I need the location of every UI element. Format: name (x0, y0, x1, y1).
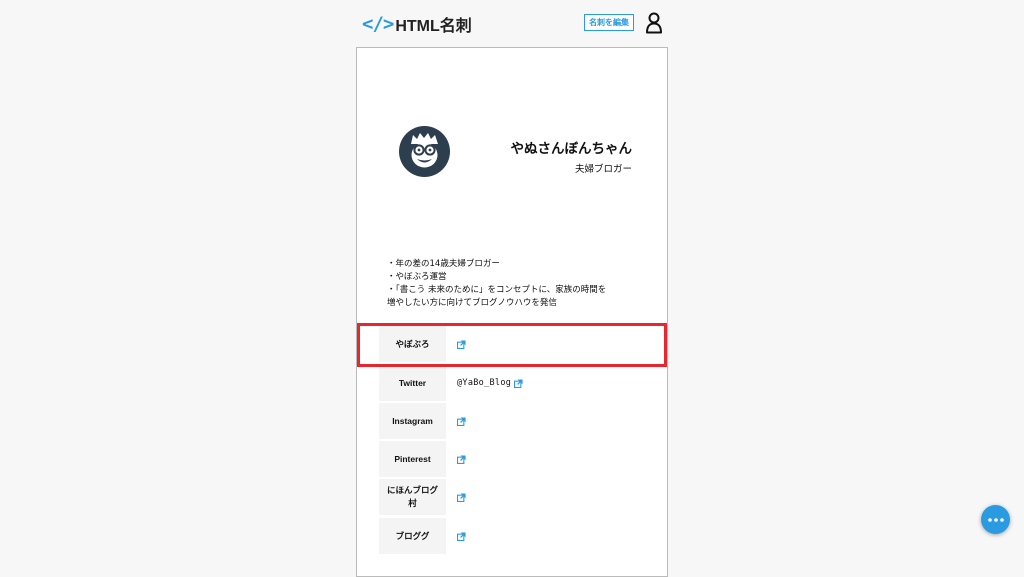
profile-title: 夫婦ブロガー (574, 164, 632, 175)
external-link-icon[interactable] (457, 492, 466, 502)
link-label: Pinterest (379, 441, 446, 477)
link-row-pinterest: Pinterest (379, 441, 649, 477)
profile-name: やぬさんぼんちゃん (510, 141, 633, 157)
link-value[interactable]: @YaBo_Blog (457, 365, 523, 401)
link-value[interactable] (457, 326, 466, 362)
link-label: Twitter (379, 365, 446, 401)
edit-card-button[interactable]: 名刺を編集 (584, 14, 634, 31)
external-link-icon[interactable] (457, 339, 466, 349)
link-row-nihon-blog-mura: にほんブログ 村 (379, 479, 649, 515)
link-row-twitter: Twitter @YaBo_Blog (379, 365, 649, 401)
twitter-handle[interactable]: @YaBo_Blog (457, 378, 511, 388)
bio-line: 増やしたい方に向けてブログノウハウを発信 (387, 298, 557, 308)
link-label: Instagram (379, 403, 446, 439)
link-row-instagram: Instagram (379, 403, 649, 439)
external-link-icon[interactable] (514, 378, 523, 388)
external-link-icon[interactable] (457, 454, 466, 464)
app-logo[interactable]: </> HTML名刺 (362, 12, 472, 36)
bio-line: ・やぼぶろ運営 (387, 272, 447, 282)
app-title: HTML名刺 (395, 18, 472, 35)
external-link-icon[interactable] (457, 531, 466, 541)
profile-bio: ・年の差の14歳夫婦ブロガー ・やぼぶろ運営 ・「書こう 未来のために」をコンセ… (387, 258, 642, 310)
link-row-burogugu: ブロググ (379, 518, 649, 554)
link-value[interactable] (457, 479, 466, 515)
code-icon: </> (362, 13, 394, 35)
link-value[interactable] (457, 403, 466, 439)
bio-line: ・年の差の14歳夫婦ブロガー (387, 259, 500, 269)
more-button[interactable] (981, 505, 1010, 534)
avatar (399, 126, 450, 177)
link-row-yabo-blog: やぼぶろ (379, 326, 649, 362)
user-icon[interactable] (645, 12, 663, 34)
link-label: ブロググ (379, 518, 446, 554)
more-dots-icon (987, 517, 1004, 522)
link-value[interactable] (457, 441, 466, 477)
link-value[interactable] (457, 518, 466, 554)
external-link-icon[interactable] (457, 416, 466, 426)
link-label: やぼぶろ (379, 326, 446, 362)
link-label: にほんブログ 村 (379, 479, 446, 515)
bio-line: ・「書こう 未来のために」をコンセプトに、家族の時間を (387, 285, 607, 295)
